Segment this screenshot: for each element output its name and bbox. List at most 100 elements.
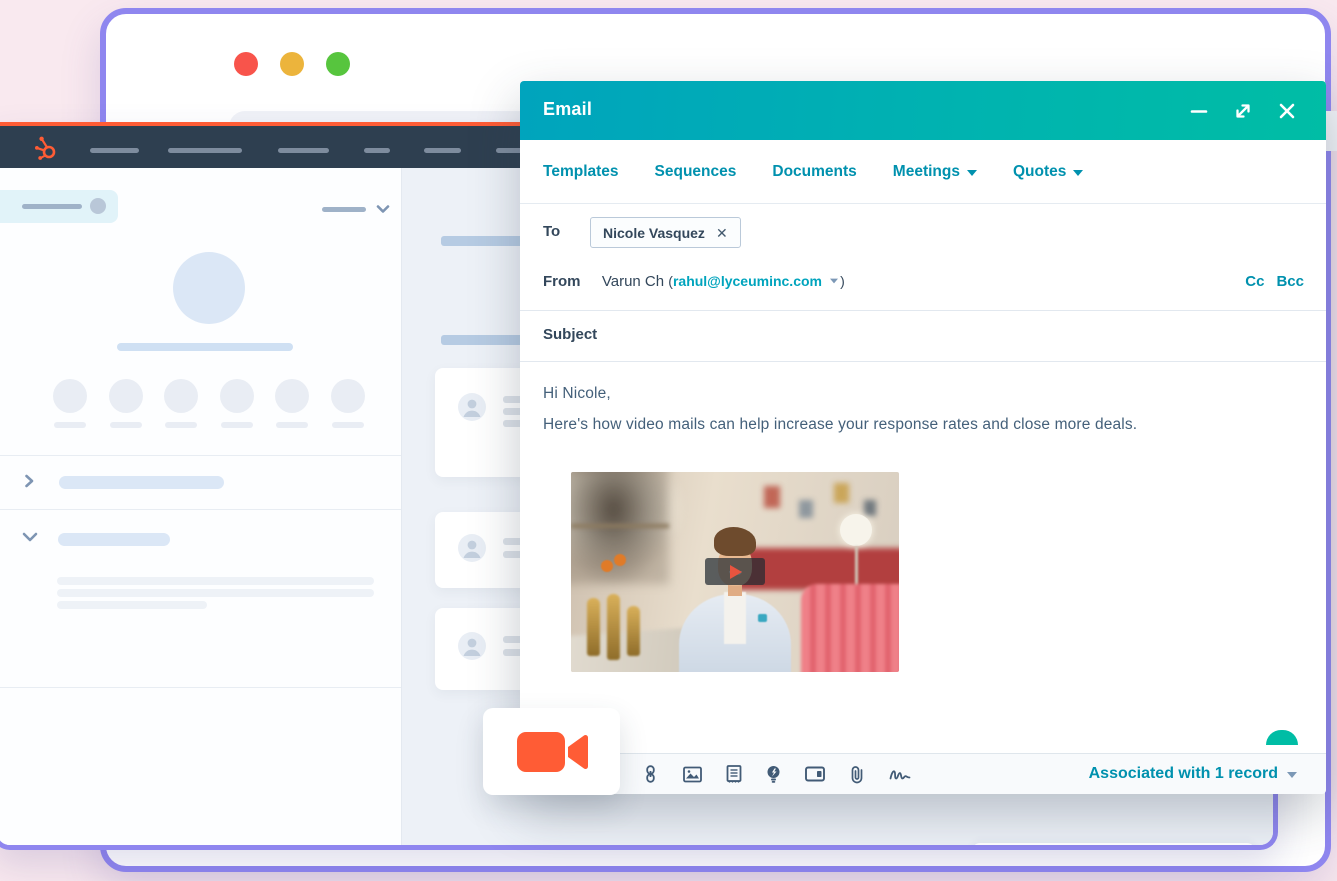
- associated-label: Associated with 1 record: [1089, 765, 1278, 783]
- recipient-chip[interactable]: Nicole Vasquez ✕: [590, 217, 741, 248]
- contact-panel: [0, 168, 402, 845]
- video-camera-icon: [513, 728, 591, 776]
- action-button-placeholder[interactable]: [331, 379, 365, 413]
- close-icon[interactable]: [1276, 100, 1298, 122]
- thumbnail-art-bar-equipment: [571, 472, 669, 584]
- contact-name-placeholder: [117, 343, 293, 351]
- associated-records-dropdown[interactable]: Associated with 1 record: [1089, 754, 1297, 794]
- thumbnail-art-shelf: [571, 524, 669, 528]
- expand-icon[interactable]: [1232, 100, 1254, 122]
- email-compose-modal: Email Templates Sequences Documents Meet…: [520, 81, 1326, 793]
- editor-toolbar: [642, 754, 911, 794]
- panel-divider: [0, 509, 401, 510]
- section-title-placeholder[interactable]: [59, 476, 224, 489]
- chevron-down-icon[interactable]: [21, 530, 39, 544]
- recipient-name: Nicole Vasquez: [603, 225, 705, 241]
- action-button-placeholder[interactable]: [53, 379, 87, 413]
- action-button-placeholder[interactable]: [109, 379, 143, 413]
- thumbnail-art-lamp: [840, 514, 872, 546]
- panel-divider: [0, 687, 401, 688]
- section-title-placeholder[interactable]: [58, 533, 170, 546]
- chevron-down-icon[interactable]: [375, 202, 391, 216]
- contact-avatar-icon: [458, 534, 486, 562]
- signature-icon[interactable]: [889, 767, 911, 781]
- text-line-placeholder: [57, 601, 207, 609]
- cc-link[interactable]: Cc: [1245, 273, 1264, 290]
- from-label: From: [543, 273, 581, 290]
- modal-title: Email: [543, 99, 592, 120]
- back-chip-text-placeholder: [22, 204, 82, 209]
- from-row: From Varun Ch (rahul@lyceuminc.com ): [543, 273, 845, 290]
- action-button-placeholder[interactable]: [220, 379, 254, 413]
- panel-divider: [0, 455, 401, 456]
- document-icon[interactable]: [726, 765, 742, 783]
- caret-down-icon: [1073, 170, 1083, 176]
- to-label: To: [543, 223, 560, 240]
- reply-box-placeholder[interactable]: [972, 843, 1255, 850]
- from-email[interactable]: rahul@lyceuminc.com: [673, 273, 822, 289]
- body-message[interactable]: Here's how video mails can help increase…: [543, 416, 1137, 434]
- contact-avatar-placeholder: [173, 252, 245, 324]
- from-name: Varun Ch: [602, 273, 664, 290]
- modal-header: Email: [520, 81, 1326, 140]
- action-label-placeholder: [221, 422, 253, 428]
- divider: [520, 361, 1326, 362]
- video-insert-icon[interactable]: [805, 766, 825, 782]
- actions-label-placeholder: [322, 207, 366, 212]
- back-chip-avatar-placeholder: [90, 198, 106, 214]
- attachment-icon[interactable]: [849, 765, 865, 784]
- nav-item-placeholder[interactable]: [278, 148, 329, 153]
- nav-item-placeholder[interactable]: [364, 148, 390, 153]
- action-button-placeholder[interactable]: [275, 379, 309, 413]
- thumbnail-art-orange-fruit: [614, 554, 626, 566]
- subject-label: Subject: [543, 326, 597, 343]
- from-email-caret-icon[interactable]: [830, 279, 838, 284]
- body-greeting[interactable]: Hi Nicole,: [543, 385, 611, 403]
- link-icon[interactable]: [642, 765, 659, 783]
- action-label-placeholder: [110, 422, 142, 428]
- tab-quotes[interactable]: Quotes: [1013, 163, 1083, 181]
- tab-label: Sequences: [655, 163, 737, 181]
- thumbnail-art-gold-bottle: [607, 594, 620, 660]
- action-label-placeholder: [54, 422, 86, 428]
- record-video-button[interactable]: [483, 708, 620, 795]
- tab-label: Quotes: [1013, 163, 1066, 181]
- text-line-placeholder: [57, 577, 374, 585]
- action-button-placeholder[interactable]: [164, 379, 198, 413]
- tab-label: Documents: [772, 163, 856, 181]
- from-email-paren-close: ): [840, 273, 845, 289]
- back-chip[interactable]: [0, 190, 118, 223]
- tab-templates[interactable]: Templates: [543, 163, 619, 181]
- hubspot-logo-icon[interactable]: [33, 135, 59, 161]
- traffic-light-minimize-icon[interactable]: [280, 52, 304, 76]
- thumbnail-art-gold-bottle: [587, 598, 600, 656]
- traffic-light-close-icon[interactable]: [234, 52, 258, 76]
- video-thumbnail[interactable]: [571, 472, 899, 672]
- peek-fab-arc: [1266, 730, 1298, 745]
- nav-item-placeholder[interactable]: [90, 148, 139, 153]
- caret-down-icon: [1287, 772, 1297, 778]
- image-icon[interactable]: [683, 766, 702, 783]
- bcc-link[interactable]: Bcc: [1276, 273, 1304, 290]
- remove-recipient-icon[interactable]: ✕: [716, 226, 728, 240]
- tab-sequences[interactable]: Sequences: [655, 163, 737, 181]
- modal-footer: Associated with 1 record: [520, 753, 1326, 794]
- chevron-right-icon[interactable]: [23, 473, 35, 489]
- tab-meetings[interactable]: Meetings: [893, 163, 977, 181]
- play-icon: [730, 565, 742, 579]
- traffic-light-zoom-icon[interactable]: [326, 52, 350, 76]
- subject-input[interactable]: [630, 319, 1290, 349]
- contact-avatar-icon: [458, 632, 486, 660]
- minimize-icon[interactable]: [1188, 100, 1210, 122]
- tab-documents[interactable]: Documents: [772, 163, 856, 181]
- nav-item-placeholder[interactable]: [424, 148, 461, 153]
- action-label-placeholder: [165, 422, 197, 428]
- thumbnail-art-man-shirt: [724, 592, 747, 644]
- thumbnail-art-pink-booth: [801, 584, 899, 672]
- lightbulb-icon[interactable]: [766, 765, 781, 784]
- thumbnail-art-pocket-square: [758, 614, 767, 622]
- caret-down-icon: [967, 170, 977, 176]
- play-button[interactable]: [705, 558, 764, 585]
- nav-item-placeholder[interactable]: [168, 148, 242, 153]
- action-label-placeholder: [332, 422, 364, 428]
